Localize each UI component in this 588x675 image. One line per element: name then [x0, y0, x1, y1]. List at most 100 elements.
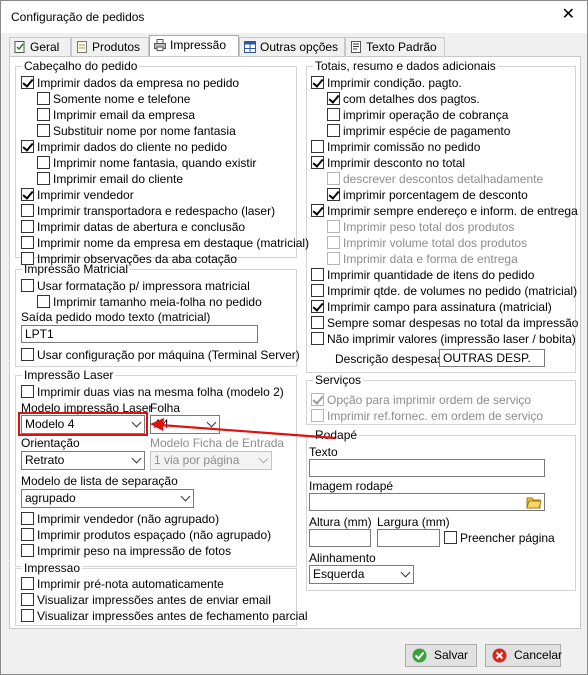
checkbox-label: Substituir nome por nome fantasia: [53, 124, 236, 138]
checkbox-label: Imprimir email da empresa: [53, 108, 196, 122]
tab-label: Geral: [30, 40, 60, 54]
totais-checkbox[interactable]: imprimir porcentagem de desconto: [327, 188, 528, 203]
checkbox-box: [311, 156, 324, 169]
totais-checkbox[interactable]: Imprimir condição. pagto.: [311, 76, 462, 91]
cabecalho-checkbox[interactable]: Imprimir email da empresa: [37, 108, 195, 123]
checkbox-box: [21, 220, 34, 233]
tab-outras-opcoes[interactable]: Outras opções: [239, 37, 345, 56]
tab-impressao[interactable]: Impressão: [149, 35, 239, 57]
checkbox-label: com detalhes dos pagtos.: [343, 92, 480, 106]
checkbox-box: [327, 236, 340, 249]
totais-checkbox[interactable]: imprimir operação de cobrança: [327, 108, 508, 123]
save-label: Salvar: [434, 648, 469, 662]
checkbox-box: [311, 316, 324, 329]
impressao-checkbox[interactable]: Visualizar impressões antes de fechament…: [21, 609, 308, 624]
checkbox-label: Imprimir peso total dos produtos: [343, 220, 515, 234]
checkbox-label: Imprimir transportadora e redespacho (la…: [37, 204, 276, 218]
tab-texto-padrao[interactable]: Texto Padrão: [345, 37, 445, 56]
totais-checkbox[interactable]: Sempre somar despesas no total da impres…: [311, 316, 578, 331]
laser-option-checkbox[interactable]: Imprimir produtos espaçado (não agrupado…: [21, 528, 271, 543]
totais-checkbox[interactable]: Imprimir qtde. de volumes no pedido (mat…: [311, 284, 577, 299]
checkbox-box: [21, 252, 34, 265]
checkbox-box: [327, 220, 340, 233]
checkbox-label: Imprimir campo para assinatura (matricia…: [327, 300, 552, 314]
checkbox-label: Imprimir pré-nota automaticamente: [37, 577, 224, 591]
cabecalho-checkbox[interactable]: Imprimir nome da empresa em destaque (ma…: [21, 236, 309, 251]
checkbox-box: [21, 577, 34, 590]
cabecalho-checkbox[interactable]: Substituir nome por nome fantasia: [37, 124, 236, 139]
cabecalho-checkbox[interactable]: Imprimir dados do cliente no pedido: [21, 140, 227, 155]
checkbox-box: [327, 124, 340, 137]
tab-label: Produtos: [92, 40, 141, 54]
totais-checkbox[interactable]: com detalhes dos pagtos.: [327, 92, 480, 107]
laser-option-checkbox[interactable]: Imprimir vendedor (não agrupado): [21, 512, 219, 527]
checkbox-box: [311, 76, 324, 89]
checkbox-label: Imprimir produtos espaçado (não agrupado…: [37, 528, 272, 542]
cabecalho-checkbox[interactable]: Imprimir observações da aba cotação: [21, 252, 237, 267]
checkbox-box: [37, 172, 50, 185]
cabecalho-checkbox[interactable]: Imprimir transportadora e redespacho (la…: [21, 204, 275, 219]
checkbox-box: [311, 204, 324, 217]
close-icon[interactable]: ✕: [562, 7, 575, 23]
checkbox-box: [327, 92, 340, 105]
checkbox-label: imprimir porcentagem de desconto: [343, 188, 528, 202]
title-bar: Configuração de pedidos ✕: [1, 1, 587, 33]
cabecalho-checkbox[interactable]: Somente nome e telefone: [37, 92, 190, 107]
checkbox-label: Imprimir comissão no pedido: [327, 140, 481, 154]
checkbox-label: Imprimir datas de abertura e conclusão: [37, 220, 246, 234]
checkbox-box: [21, 76, 34, 89]
tab-label: Texto Padrão: [366, 40, 437, 54]
save-button[interactable]: Salvar: [405, 644, 477, 667]
cancel-icon: [492, 648, 507, 663]
cabecalho-checkbox[interactable]: Imprimir datas de abertura e conclusão: [21, 220, 245, 235]
checkbox-box: [21, 593, 34, 606]
checkbox-box: [327, 188, 340, 201]
window-title: Configuração de pedidos: [11, 10, 145, 24]
tab-geral[interactable]: Geral: [9, 37, 71, 56]
totais-checkbox[interactable]: Não imprimir valores (impressão laser / …: [311, 332, 576, 347]
checkbox-label: Não imprimir valores (impressão laser / …: [327, 332, 576, 346]
totais-checkbox[interactable]: Imprimir comissão no pedido: [311, 140, 480, 155]
checkbox-label: Imprimir qtde. de volumes no pedido (mat…: [327, 284, 578, 298]
checkbox-box: [21, 544, 34, 557]
checkbox-box: [327, 172, 340, 185]
checkbox-label: Imprimir quantidade de itens do pedido: [327, 268, 535, 282]
tab-label: Outras opções: [260, 40, 339, 54]
totais-checkbox[interactable]: Imprimir desconto no total: [311, 156, 465, 171]
totais-checkbox[interactable]: Imprimir sempre endereço e inform. de en…: [311, 204, 578, 219]
checkbox-label: Imprimir vendedor: [37, 188, 134, 202]
checkbox-box: [37, 156, 50, 169]
checkbox-label: Imprimir nome da empresa em destaque (ma…: [37, 236, 310, 250]
checkbox-label: Imprimir dados do cliente no pedido: [37, 140, 228, 154]
checkbox-label: Imprimir desconto no total: [327, 156, 466, 170]
checkbox-label: Imprimir peso na impressão de fotos: [37, 544, 232, 558]
totais-checkbox[interactable]: imprimir espécie de pagamento: [327, 124, 510, 139]
checkbox-label: Visualizar impressões antes de enviar em…: [37, 593, 271, 607]
checkbox-label: Imprimir volume total dos produtos: [343, 236, 528, 250]
cabecalho-checkbox[interactable]: Imprimir dados da empresa no pedido: [21, 76, 239, 91]
checkbox-label: Sempre somar despesas no total da impres…: [327, 316, 579, 330]
text-doc-icon: [351, 41, 361, 53]
impressao-checkbox[interactable]: Imprimir pré-nota automaticamente: [21, 577, 224, 592]
checkbox-box: [21, 236, 34, 249]
cancel-button[interactable]: Cancelar: [485, 644, 562, 667]
checkbox-label: Imprimir observações da aba cotação: [37, 252, 238, 266]
checkbox-box: [37, 108, 50, 121]
printer-icon: [154, 39, 166, 51]
laser-option-checkbox[interactable]: Imprimir peso na impressão de fotos: [21, 544, 231, 559]
cabecalho-checkbox[interactable]: Imprimir email do cliente: [37, 172, 183, 187]
cabecalho-checkbox[interactable]: Imprimir vendedor: [21, 188, 134, 203]
tab-strip: Geral Produtos Impressão Outras opções T…: [9, 35, 579, 57]
checkbox-label: Imprimir data e forma de entrega: [343, 252, 518, 266]
totais-checkbox[interactable]: Imprimir campo para assinatura (matricia…: [311, 300, 552, 315]
checkbox-label: Imprimir sempre endereço e inform. de en…: [327, 204, 578, 218]
checkbox-label: Somente nome e telefone: [53, 92, 191, 106]
tab-produtos[interactable]: Produtos: [71, 37, 149, 56]
impressao-checkbox[interactable]: Visualizar impressões antes de enviar em…: [21, 593, 271, 608]
cabecalho-checkbox[interactable]: Imprimir nome fantasia, quando existir: [37, 156, 256, 171]
totais-checkbox[interactable]: Imprimir quantidade de itens do pedido: [311, 268, 534, 283]
checkbox-label: Visualizar impressões antes de fechament…: [37, 609, 308, 623]
checkbox-box: [21, 528, 34, 541]
document-icon: [77, 41, 87, 53]
dialog-window: Configuração de pedidos ✕ Geral Produtos…: [0, 0, 588, 675]
